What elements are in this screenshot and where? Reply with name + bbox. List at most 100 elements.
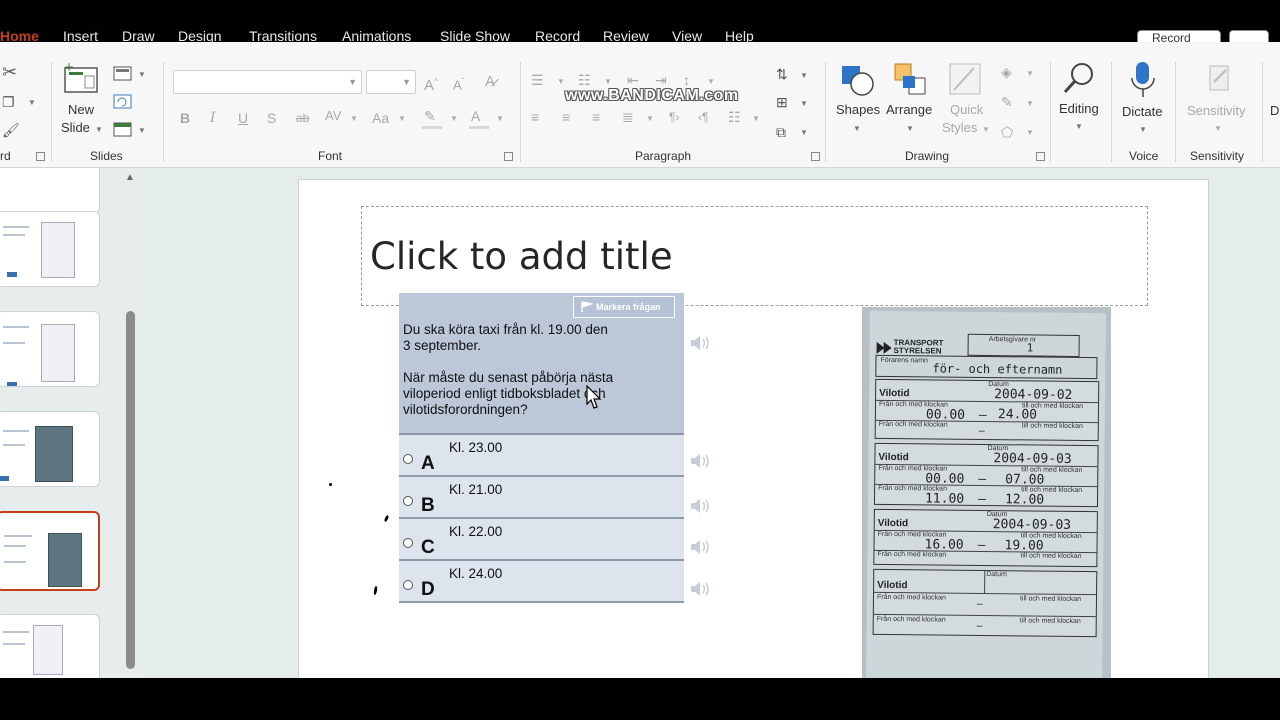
ltr-icon[interactable]: ¶›: [669, 109, 679, 125]
strikethrough-icon[interactable]: ab: [296, 110, 309, 126]
quick-styles-label-2[interactable]: Styles: [942, 120, 977, 135]
cut-icon[interactable]: ✂: [2, 63, 17, 81]
shape-fill-icon[interactable]: ◈: [1001, 64, 1012, 80]
chevron-down-icon[interactable]: ▼: [350, 114, 358, 123]
chevron-down-icon[interactable]: ▼: [557, 77, 565, 86]
search-icon[interactable]: [1062, 60, 1098, 96]
align-right-icon[interactable]: ≡: [592, 109, 600, 125]
chevron-down-icon[interactable]: ▼: [1139, 125, 1147, 134]
chevron-down-icon[interactable]: ▼: [1026, 69, 1034, 78]
timesheet-photo[interactable]: TRANSPORT STYRELSEN Arbetsgivare nr 1 Fö…: [862, 307, 1111, 678]
shapes-label[interactable]: Shapes: [836, 102, 880, 117]
chevron-down-icon[interactable]: ▼: [138, 70, 146, 79]
font-size-combo[interactable]: ▼: [366, 70, 416, 94]
slide-thumbnail[interactable]: [0, 211, 100, 287]
reset-icon[interactable]: [113, 94, 133, 110]
tab-insert[interactable]: Insert: [63, 28, 98, 42]
share-button[interactable]: [1229, 30, 1269, 42]
chevron-down-icon[interactable]: ▼: [138, 126, 146, 135]
shape-outline-icon[interactable]: ✎: [1001, 94, 1013, 110]
align-center-icon[interactable]: ≡: [562, 109, 570, 125]
clipboard-launcher-icon[interactable]: [36, 152, 45, 161]
chevron-down-icon[interactable]: ▼: [646, 114, 654, 123]
font-name-combo[interactable]: ▼: [173, 70, 362, 94]
section-icon[interactable]: [113, 122, 133, 138]
chevron-down-icon[interactable]: ▼: [800, 99, 808, 108]
chevron-down-icon[interactable]: ▼: [1075, 122, 1083, 131]
scrollbar-thumb[interactable]: [126, 311, 135, 669]
layout-icon[interactable]: [113, 66, 133, 82]
chevron-down-icon[interactable]: ▼: [982, 125, 990, 134]
new-slide-label-1[interactable]: New: [68, 102, 94, 117]
decrease-font-icon[interactable]: Aˇ: [453, 74, 464, 93]
increase-font-icon[interactable]: A^: [424, 74, 438, 94]
chevron-down-icon[interactable]: ▼: [95, 125, 103, 134]
chevron-down-icon[interactable]: ▼: [752, 114, 760, 123]
tab-design[interactable]: Design: [178, 28, 222, 42]
copy-icon[interactable]: ❐: [2, 94, 15, 110]
slide-thumbnail[interactable]: [0, 411, 100, 487]
sensitivity-icon[interactable]: [1204, 62, 1234, 96]
font-launcher-icon[interactable]: [504, 152, 513, 161]
chevron-down-icon[interactable]: ▼: [1214, 124, 1222, 133]
dictate-label[interactable]: Dictate: [1122, 104, 1162, 119]
shadow-icon[interactable]: S: [267, 110, 276, 126]
align-left-icon[interactable]: ≡: [531, 109, 539, 125]
bold-icon[interactable]: B: [180, 110, 190, 126]
decrease-indent-icon[interactable]: ⇤: [627, 72, 639, 88]
align-text-icon[interactable]: ⊞: [776, 94, 788, 110]
slide-thumbnail[interactable]: [0, 311, 100, 387]
change-case-icon[interactable]: Aa: [372, 110, 389, 126]
slide-thumbnail[interactable]: [0, 614, 100, 678]
chevron-down-icon[interactable]: ▼: [1026, 99, 1034, 108]
shapes-icon[interactable]: [840, 62, 876, 98]
sensitivity-label[interactable]: Sensitivity: [1187, 103, 1246, 118]
chevron-down-icon[interactable]: ▼: [800, 128, 808, 137]
chevron-down-icon[interactable]: ▼: [707, 77, 715, 86]
paragraph-launcher-icon[interactable]: [811, 152, 820, 161]
increase-indent-icon[interactable]: ⇥: [655, 72, 667, 88]
shape-effects-icon[interactable]: ⬠: [1001, 124, 1013, 140]
line-spacing-icon[interactable]: ↕: [683, 72, 690, 88]
smartart-icon[interactable]: ⧉: [776, 124, 786, 140]
title-placeholder[interactable]: Click to add title: [361, 206, 1148, 306]
chevron-down-icon[interactable]: ▼: [398, 114, 406, 123]
tab-home[interactable]: Home: [0, 28, 39, 42]
chevron-down-icon[interactable]: ▼: [450, 114, 458, 123]
tab-draw[interactable]: Draw: [122, 28, 155, 42]
chevron-down-icon[interactable]: ▼: [906, 124, 914, 133]
designer-label-partial[interactable]: D: [1270, 103, 1279, 118]
scroll-up-icon[interactable]: ▲: [125, 172, 135, 183]
quick-styles-icon[interactable]: [948, 62, 984, 98]
slide-thumbnail-selected[interactable]: [0, 511, 100, 591]
drawing-launcher-icon[interactable]: [1036, 152, 1045, 161]
columns-icon[interactable]: ☷: [728, 109, 741, 125]
editing-label[interactable]: Editing: [1059, 101, 1099, 116]
quick-styles-label-1[interactable]: Quick: [950, 102, 983, 117]
arrange-icon[interactable]: [893, 62, 929, 98]
tab-slide-show[interactable]: Slide Show: [440, 28, 510, 42]
microphone-icon[interactable]: [1130, 60, 1156, 100]
format-painter-icon[interactable]: 🖌: [2, 122, 20, 138]
justify-icon[interactable]: ≣: [622, 109, 634, 125]
record-button[interactable]: Record: [1137, 30, 1221, 42]
tab-view[interactable]: View: [672, 28, 702, 42]
chevron-down-icon[interactable]: ▼: [853, 124, 861, 133]
tab-animations[interactable]: Animations: [342, 28, 411, 42]
bullets-icon[interactable]: ☰: [531, 72, 544, 88]
slide-thumbnail[interactable]: [0, 168, 100, 214]
numbering-icon[interactable]: ☷: [578, 72, 591, 88]
clear-formatting-icon[interactable]: A̷: [485, 74, 495, 90]
tab-review[interactable]: Review: [603, 28, 649, 42]
tab-help[interactable]: Help: [725, 28, 754, 42]
tab-record[interactable]: Record: [535, 28, 580, 42]
tab-transitions[interactable]: Transitions: [249, 28, 317, 42]
highlight-icon[interactable]: ✎: [424, 108, 436, 124]
rtl-icon[interactable]: ‹¶: [698, 109, 708, 125]
text-direction-icon[interactable]: ⇅: [776, 66, 788, 82]
chevron-down-icon[interactable]: ▼: [496, 114, 504, 123]
chevron-down-icon[interactable]: ▼: [800, 71, 808, 80]
font-color-icon[interactable]: A: [471, 108, 480, 124]
italic-icon[interactable]: I: [210, 110, 216, 126]
quiz-image[interactable]: Markera frågan Du ska köra taxi från kl.…: [399, 293, 709, 605]
